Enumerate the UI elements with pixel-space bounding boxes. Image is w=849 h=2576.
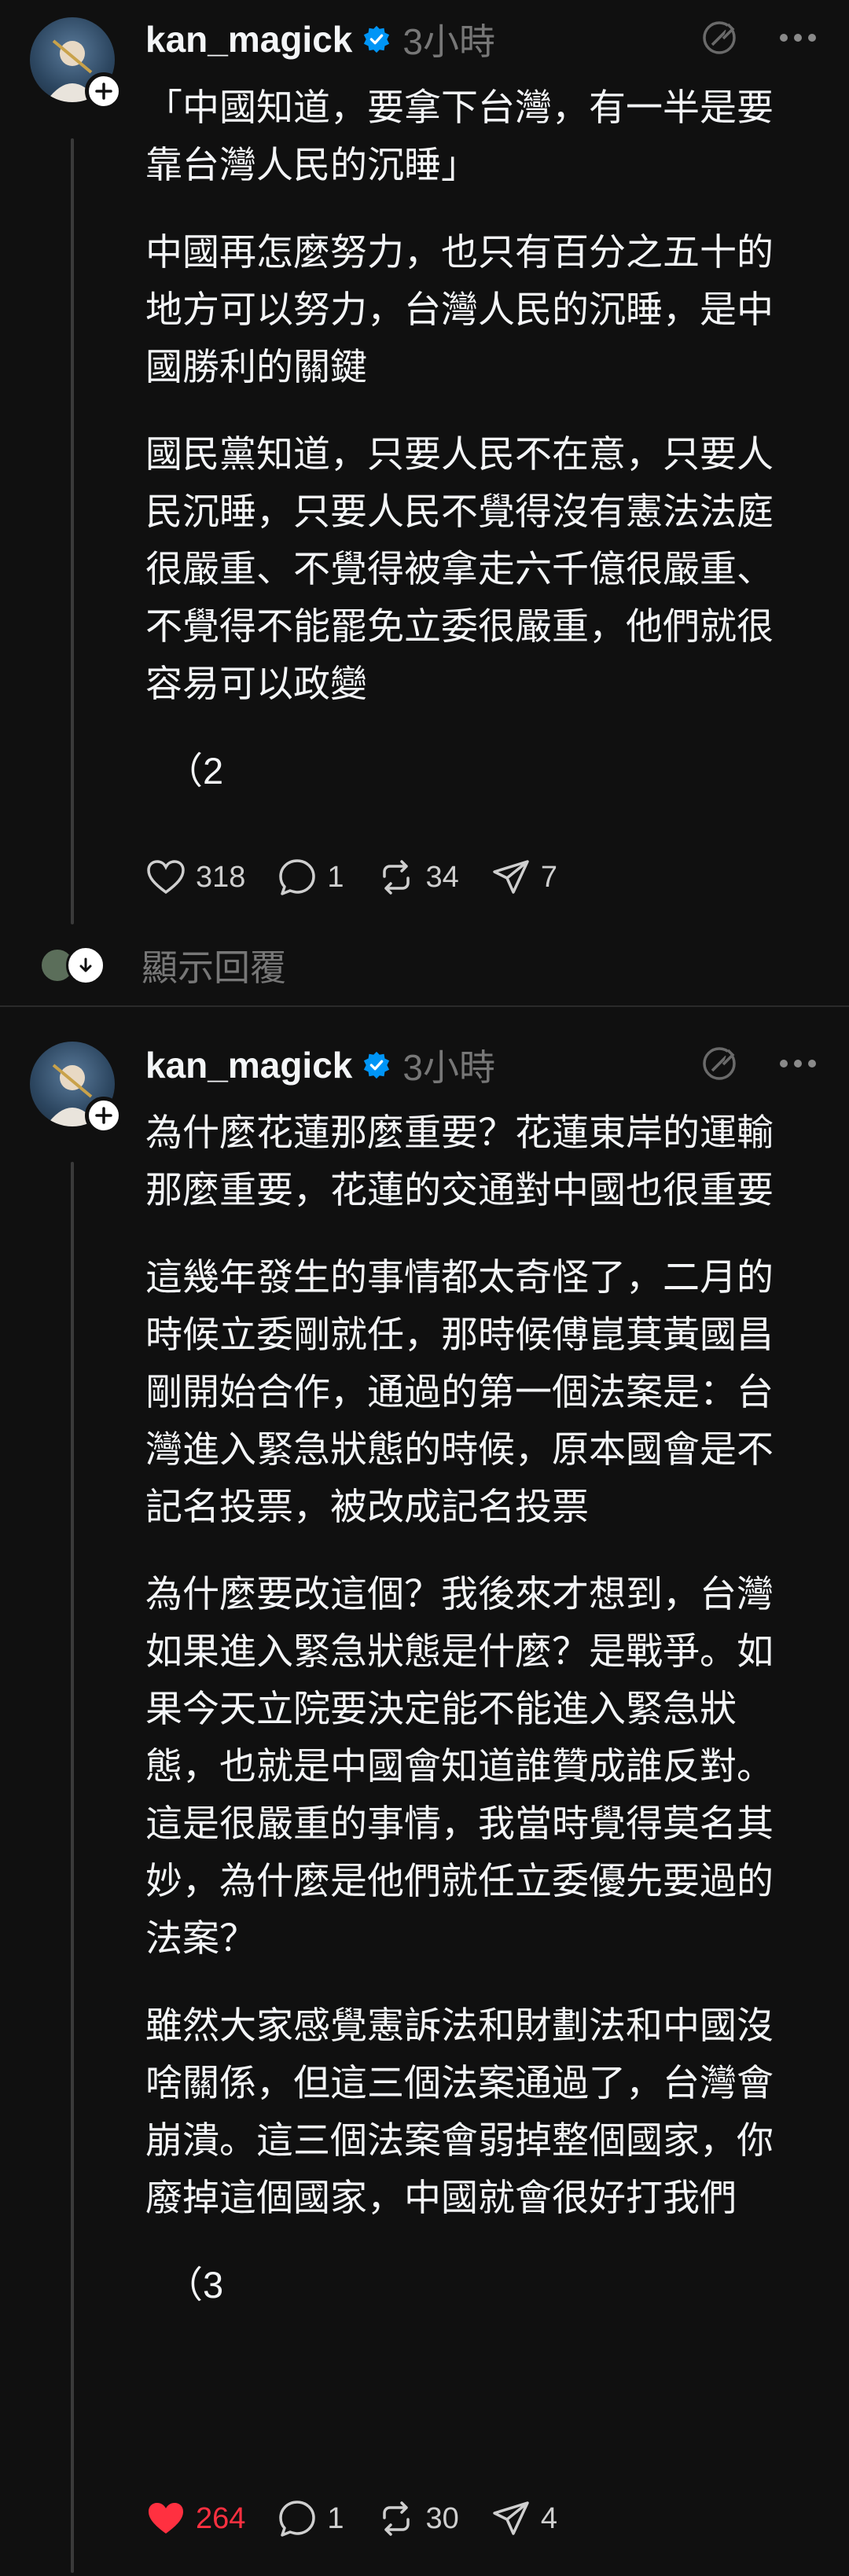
share-count: 7 bbox=[540, 860, 557, 894]
more-icon bbox=[780, 33, 816, 42]
thread-part-number: （3 bbox=[166, 2264, 224, 2306]
thread-post: kan_magick 3小時 「中國知道，要拿下台灣，有一半是要靠台灣人民的沉睡… bbox=[0, 0, 849, 1006]
translate-icon bbox=[703, 20, 736, 54]
username[interactable]: kan_magick bbox=[145, 1044, 352, 1086]
like-button[interactable]: 264 bbox=[145, 2498, 245, 2539]
heart-icon bbox=[147, 860, 185, 895]
repost-count: 30 bbox=[425, 2501, 459, 2535]
comment-button[interactable]: 1 bbox=[277, 857, 344, 898]
plus-icon bbox=[95, 83, 112, 100]
more-icon bbox=[780, 1059, 816, 1068]
more-button[interactable] bbox=[778, 32, 818, 47]
comment-icon bbox=[279, 2501, 316, 2537]
thread-post: kan_magick 3小時 為什麼花蓮那麼重要？花蓮東岸的運輸那麼重要，花蓮的… bbox=[0, 1008, 849, 2576]
repost-button[interactable]: 34 bbox=[376, 857, 459, 898]
post-paragraph: 為什麼花蓮那麼重要？花蓮東岸的運輸那麼重要，花蓮的交通對中國也很重要 bbox=[145, 1112, 774, 1211]
share-icon bbox=[493, 2501, 529, 2535]
like-count: 264 bbox=[196, 2501, 246, 2535]
plus-icon bbox=[95, 1107, 112, 1124]
post-divider bbox=[0, 1005, 849, 1007]
thread-line bbox=[71, 138, 74, 924]
comment-button[interactable]: 1 bbox=[277, 2498, 344, 2539]
post-actions: 264 1 30 4 bbox=[145, 2495, 589, 2542]
post-paragraph: 這幾年發生的事情都太奇怪了，二月的時候立委剛就任，那時候傅崑萁黃國昌剛開始合作，… bbox=[145, 1256, 774, 1527]
repost-count: 34 bbox=[425, 860, 459, 894]
heart-icon bbox=[149, 2503, 183, 2534]
follow-plus-button[interactable] bbox=[85, 72, 123, 110]
post-actions: 318 1 34 7 bbox=[145, 854, 589, 901]
post-paragraph: 中國再怎麼努力，也只有百分之五十的地方可以努力，台灣人民的沉睡，是中國勝利的關鍵 bbox=[145, 231, 774, 388]
username[interactable]: kan_magick bbox=[145, 18, 352, 61]
post-paragraph: 雖然大家感覺憲訴法和財劃法和中國沒啥關係，但這三個法案通過了，台灣會崩潰。這三個… bbox=[145, 2005, 774, 2218]
expand-replies bbox=[66, 946, 105, 985]
like-button[interactable]: 318 bbox=[145, 857, 245, 898]
post-paragraph: 國民黨知道，只要人民不在意，只要人民沉睡，只要人民不覺得沒有憲法法庭很嚴重、不覺… bbox=[145, 433, 774, 704]
share-icon bbox=[493, 860, 529, 894]
follow-plus-button[interactable] bbox=[85, 1097, 123, 1134]
post-paragraph: 「中國知道，要拿下台灣，有一半是要靠台灣人民的沉睡」 bbox=[145, 86, 774, 186]
thread-part-number: （2 bbox=[166, 750, 224, 792]
like-count: 318 bbox=[196, 860, 246, 894]
thread-line bbox=[71, 1162, 74, 2573]
post-header: kan_magick 3小時 bbox=[145, 16, 495, 63]
post-header-actions bbox=[660, 16, 818, 63]
comment-count: 1 bbox=[327, 860, 344, 894]
verified-badge-icon bbox=[364, 25, 390, 53]
translate-icon bbox=[703, 1046, 736, 1080]
show-replies-label: 顯示回覆 bbox=[142, 947, 286, 988]
post-body: 為什麼花蓮那麼重要？花蓮東岸的運輸那麼重要，花蓮的交通對中國也很重要 這幾年發生… bbox=[145, 1104, 810, 2313]
post-paragraph: 為什麼要改這個？我後來才想到，台灣如果進入緊急狀態是什麼？是戰爭。如果今天立院要… bbox=[145, 1573, 774, 1959]
repost-icon bbox=[382, 860, 410, 895]
show-replies-button[interactable]: 顯示回覆 bbox=[39, 939, 286, 991]
avatar[interactable] bbox=[30, 17, 123, 110]
repost-icon bbox=[382, 2501, 410, 2536]
chevron-down-icon bbox=[79, 957, 92, 972]
repost-button[interactable]: 30 bbox=[376, 2498, 459, 2539]
verified-badge-icon bbox=[364, 1051, 390, 1079]
post-body: 「中國知道，要拿下台灣，有一半是要靠台灣人民的沉睡」 中國再怎麼努力，也只有百分… bbox=[145, 79, 810, 799]
comment-icon bbox=[279, 859, 316, 895]
translate-button[interactable] bbox=[700, 1044, 739, 1087]
translate-button[interactable] bbox=[700, 18, 739, 61]
avatar[interactable] bbox=[30, 1042, 123, 1134]
share-button[interactable]: 4 bbox=[491, 2498, 557, 2539]
post-time: 3小時 bbox=[402, 21, 495, 62]
more-button[interactable] bbox=[778, 1058, 818, 1073]
share-count: 4 bbox=[540, 2501, 557, 2535]
post-time: 3小時 bbox=[402, 1047, 495, 1088]
post-header-actions bbox=[660, 1042, 818, 1089]
post-header: kan_magick 3小時 bbox=[145, 1042, 495, 1089]
comment-count: 1 bbox=[327, 2501, 344, 2535]
share-button[interactable]: 7 bbox=[491, 857, 557, 898]
